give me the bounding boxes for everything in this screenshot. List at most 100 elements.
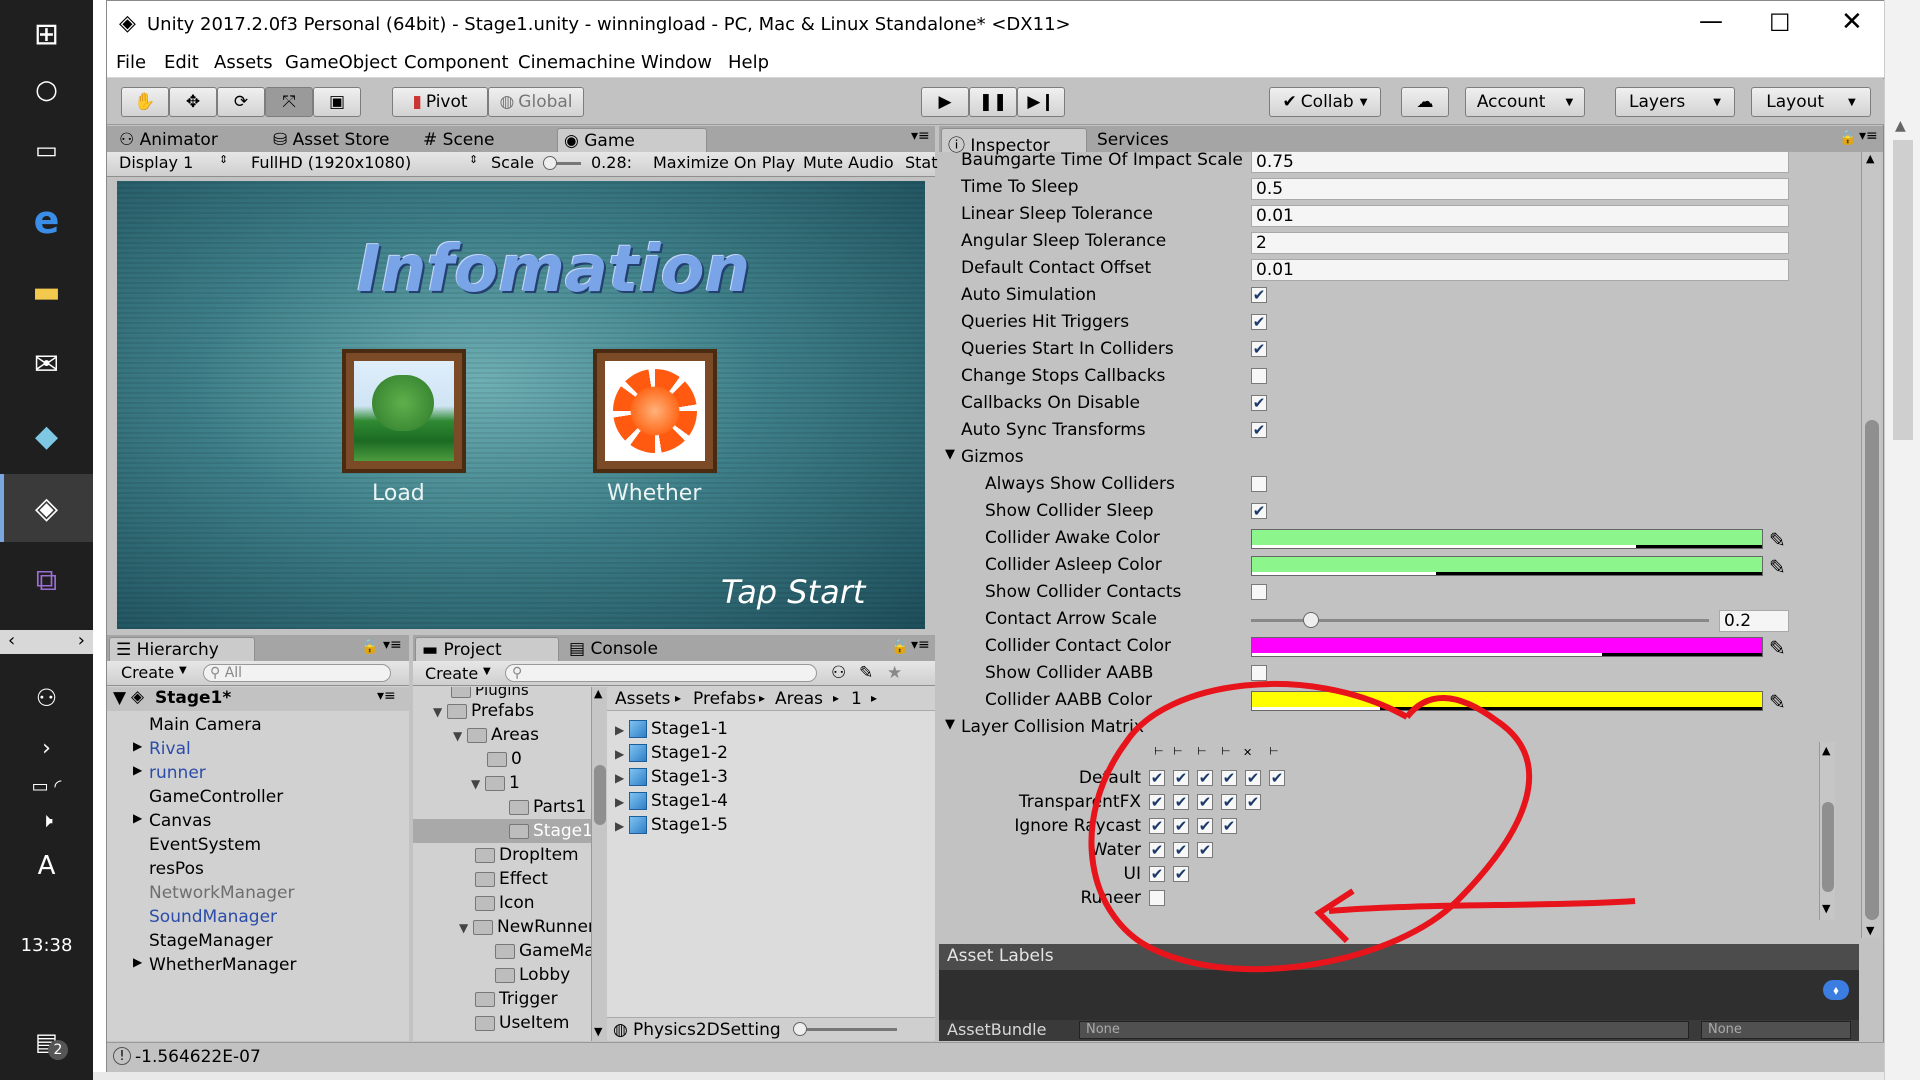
eyedropper-icon[interactable]: ✎ [1769, 636, 1786, 660]
scroll-up-icon[interactable]: ▲ [1866, 152, 1874, 165]
menu-gameobject[interactable]: GameObject [285, 52, 397, 73]
eyedropper-icon[interactable]: ✎ [1769, 690, 1786, 714]
matrix-checkbox[interactable] [1149, 890, 1165, 906]
show-collider-contacts-checkbox[interactable] [1251, 584, 1267, 600]
contact-arrow-scale-slider[interactable] [1251, 619, 1709, 622]
queries-hit-triggers-checkbox[interactable]: ✔ [1251, 314, 1267, 330]
asset-stage1-5[interactable]: ▶ Stage1-5 [615, 815, 728, 835]
panel-menu-icon[interactable]: ▾≡ [911, 637, 930, 653]
cortana-icon[interactable]: ○ [0, 56, 93, 124]
project-create-button[interactable]: Create [425, 664, 478, 683]
mail-icon[interactable]: ✉ [0, 330, 93, 398]
account-dropdown[interactable]: Account ▼ [1465, 87, 1585, 117]
expand-arrow-icon[interactable]: ▶ [615, 819, 629, 833]
panel-menu-icon[interactable]: ▾≡ [383, 637, 402, 653]
scroll-up-icon[interactable]: ▲ [1895, 118, 1906, 134]
pause-button[interactable]: ❚❚ [969, 87, 1017, 117]
breadcrumb-assets[interactable]: Assets [615, 689, 670, 709]
matrix-scrollbar[interactable]: ▲ ▼ [1819, 742, 1835, 920]
angular-sleep-tolerance-field[interactable]: 2 [1251, 232, 1789, 254]
tab-asset-store[interactable]: ⛁ Asset Store [267, 128, 417, 152]
collider-aabb-color-swatch[interactable] [1251, 691, 1763, 711]
unity-taskbar-icon[interactable]: ◈ [0, 474, 93, 542]
matrix-checkbox[interactable]: ✔ [1173, 866, 1189, 882]
default-contact-offset-field[interactable]: 0.01 [1251, 259, 1789, 281]
menu-file[interactable]: File [116, 52, 146, 73]
expand-arrow-icon[interactable]: ▶ [615, 747, 629, 761]
eyedropper-icon[interactable]: ✎ [1769, 528, 1786, 552]
matrix-checkbox[interactable]: ✔ [1197, 842, 1213, 858]
matrix-checkbox[interactable]: ✔ [1173, 794, 1189, 810]
hierarchy-item-soundmanager[interactable]: SoundManager [149, 907, 277, 927]
browser-scrollbar[interactable]: ▲ [1884, 0, 1920, 1080]
inspector-scrollbar[interactable]: ▲ ▼ [1861, 152, 1881, 938]
scroll-thumb[interactable] [1865, 420, 1879, 920]
breadcrumb-areas[interactable]: Areas [775, 689, 823, 709]
hierarchy-item-respos[interactable]: resPos [149, 859, 204, 879]
folder-parts1[interactable]: Parts1 [509, 797, 586, 817]
visual-studio-icon[interactable]: ⧉ [0, 546, 93, 614]
expand-arrow-icon[interactable]: ▼ [433, 705, 447, 719]
scale-slider-handle[interactable] [543, 156, 557, 170]
hierarchy-item-gamecontroller[interactable]: GameController [149, 787, 283, 807]
scroll-down-icon[interactable]: ▼ [1866, 924, 1874, 937]
menu-cinemachine[interactable]: Cinemachine [518, 52, 635, 73]
hierarchy-item-eventsystem[interactable]: EventSystem [149, 835, 261, 855]
close-icon[interactable]: ✕ [1841, 7, 1863, 37]
folder-areas[interactable]: ▼ Areas [453, 725, 539, 745]
lock-icon[interactable]: 🔒 [361, 639, 378, 655]
scroll-thumb[interactable] [1893, 140, 1913, 440]
scroll-thumb[interactable] [1822, 802, 1834, 892]
global-button[interactable]: ◍ Global [488, 87, 584, 117]
folder-plugins[interactable]: Plugins [451, 687, 529, 699]
gizmos-label[interactable]: Gizmos [961, 447, 1024, 467]
app-icon[interactable]: ◆ [0, 402, 93, 470]
matrix-checkbox[interactable]: ✔ [1173, 770, 1189, 786]
move-tool-icon[interactable]: ✥ [169, 87, 217, 117]
scroll-down-icon[interactable]: ▼ [1822, 902, 1830, 915]
folder-effect[interactable]: Effect [475, 869, 548, 889]
baumgarte-toi-field[interactable]: 0.75 [1251, 151, 1789, 173]
folder-icon-folder[interactable]: Icon [475, 893, 535, 913]
menu-window[interactable]: Window [641, 52, 712, 73]
maximize-on-play-toggle[interactable]: Maximize On Play [653, 153, 795, 172]
time-to-sleep-field[interactable]: 0.5 [1251, 178, 1789, 200]
asset-stage1-3[interactable]: ▶ Stage1-3 [615, 767, 728, 787]
tab-project[interactable]: ▬ Project [415, 637, 559, 661]
menu-assets[interactable]: Assets [214, 52, 273, 73]
linear-sleep-tolerance-field[interactable]: 0.01 [1251, 205, 1789, 227]
scale-tool-icon[interactable]: ⤧ [265, 87, 313, 117]
asset-bundle-variant-dropdown[interactable]: None [1701, 1021, 1851, 1039]
project-tree-scrollbar[interactable]: ▲ ▼ [591, 687, 607, 1041]
pivot-button[interactable]: ▮ Pivot [392, 87, 488, 117]
hierarchy-item-main-camera[interactable]: Main Camera [149, 715, 262, 735]
label-tag-icon[interactable]: ⬧ [1823, 980, 1849, 1000]
contact-arrow-scale-handle[interactable] [1303, 612, 1319, 628]
auto-sync-transforms-checkbox[interactable]: ✔ [1251, 422, 1267, 438]
matrix-checkbox[interactable]: ✔ [1221, 794, 1237, 810]
matrix-checkbox[interactable]: ✔ [1149, 842, 1165, 858]
hierarchy-item-canvas[interactable]: Canvas [149, 811, 211, 831]
folder-0[interactable]: 0 [487, 749, 522, 769]
stats-toggle[interactable]: Stat [905, 153, 938, 172]
matrix-checkbox[interactable]: ✔ [1221, 770, 1237, 786]
scroll-down-icon[interactable]: ▼ [594, 1025, 602, 1038]
collider-awake-color-swatch[interactable] [1251, 529, 1763, 549]
minimize-icon[interactable]: — [1699, 7, 1723, 35]
expand-arrow-icon[interactable]: ▶ [615, 771, 629, 785]
folder-dropitem[interactable]: DropItem [475, 845, 579, 865]
taskbar-clock[interactable]: 13:38 [0, 935, 93, 956]
tab-scene[interactable]: # Scene [417, 128, 517, 152]
layout-dropdown[interactable]: Layout ▼ [1751, 87, 1871, 117]
folder-prefabs[interactable]: ▼ Prefabs [433, 701, 534, 721]
hierarchy-item-runner[interactable]: runner [149, 763, 206, 783]
always-show-colliders-checkbox[interactable] [1251, 476, 1267, 492]
load-frame[interactable] [342, 349, 466, 473]
lock-icon[interactable]: 🔒 [891, 639, 908, 655]
taskbar-scroll[interactable]: ‹ › [0, 630, 93, 654]
scroll-up-icon[interactable]: ▲ [1822, 744, 1830, 757]
matrix-checkbox[interactable]: ✔ [1197, 818, 1213, 834]
breadcrumb-prefabs[interactable]: Prefabs [693, 689, 756, 709]
expand-arrow-icon[interactable]: ▶ [133, 763, 142, 777]
folder-stage1[interactable]: Stage1 [509, 821, 591, 841]
